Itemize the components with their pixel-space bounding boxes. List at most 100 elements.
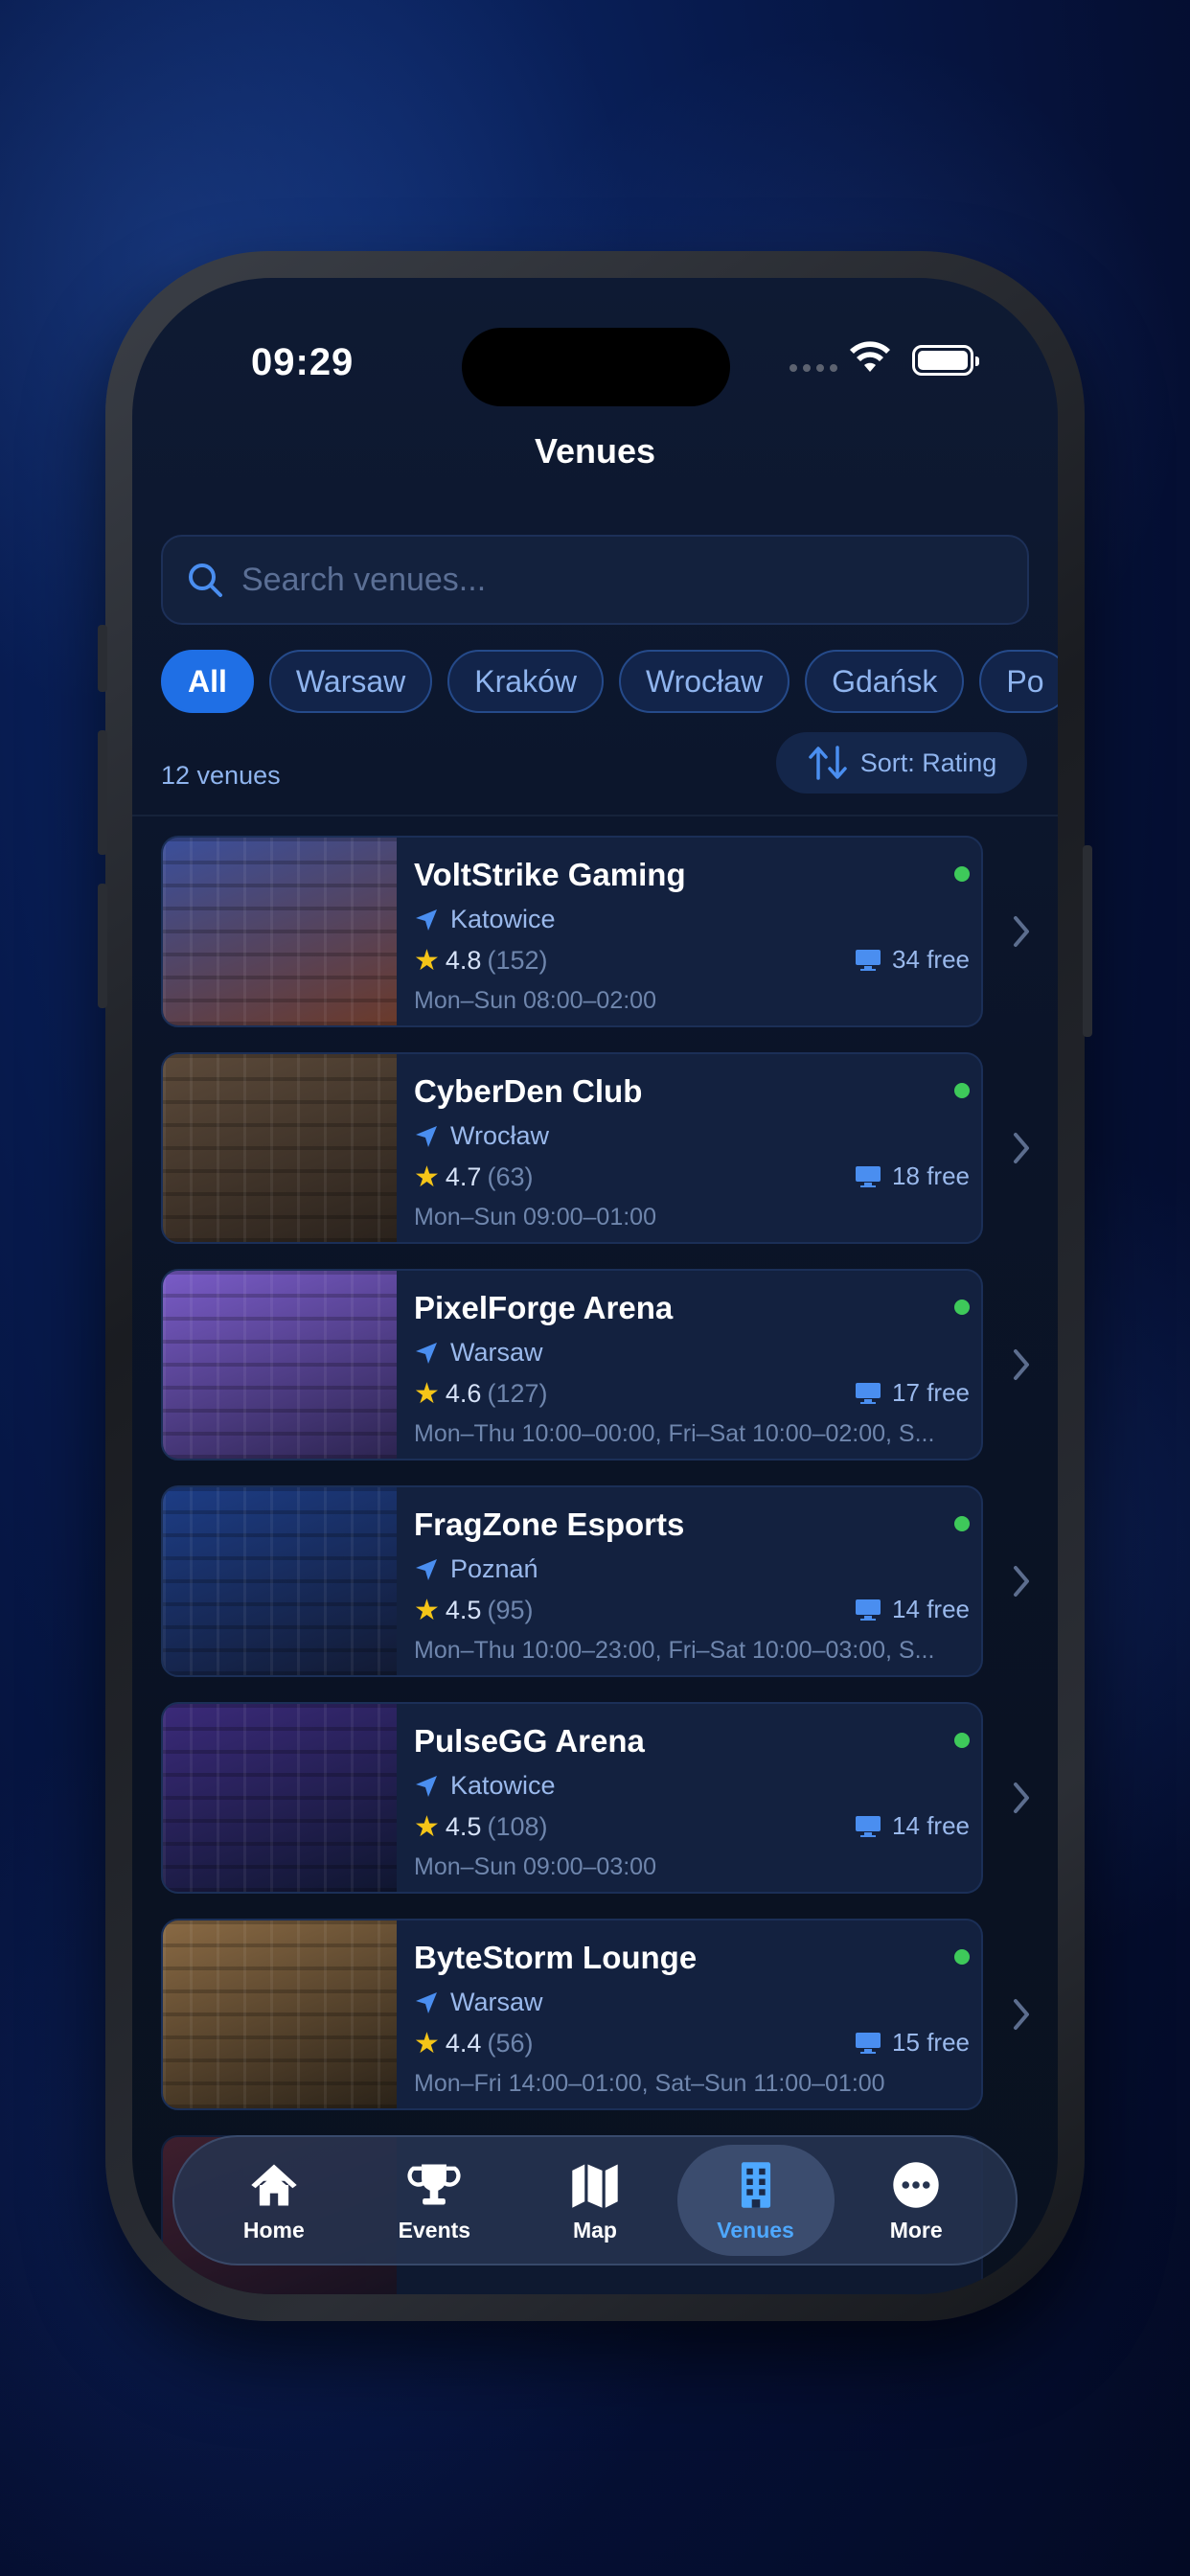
chevron-right-icon[interactable]	[1010, 1562, 1033, 1600]
venue-location: Warsaw	[414, 1338, 970, 1368]
open-status-dot	[954, 1733, 970, 1748]
free-seats-label: 18 free	[892, 1162, 970, 1190]
chevron-right-icon[interactable]	[1010, 1779, 1033, 1817]
free-seats: 14 free	[854, 1811, 970, 1841]
rating-value: 4.6	[445, 1379, 482, 1408]
tab-label: Home	[242, 2217, 305, 2242]
dynamic-island	[462, 328, 730, 406]
free-seats-label: 14 free	[892, 1811, 970, 1840]
venue-count: 12 venues	[161, 761, 281, 790]
star-icon: ★	[414, 2028, 440, 2059]
search-bar[interactable]	[161, 535, 1029, 625]
venue-info: PulseGG Arena Katowice ★ 4.5 (108) Mon–S…	[397, 1704, 981, 1892]
venue-name: VoltStrike Gaming	[414, 857, 686, 892]
venue-photo	[163, 1704, 397, 1892]
venue-city: Wrocław	[450, 1121, 550, 1150]
venue-photo	[163, 838, 397, 1025]
ellipsis-circle-icon	[893, 2161, 939, 2208]
tab-more[interactable]: More	[837, 2145, 995, 2256]
chevron-right-icon[interactable]	[1010, 912, 1033, 951]
venue-info: PixelForge Arena Warsaw ★ 4.6 (127) Mon–…	[397, 1271, 981, 1459]
star-icon: ★	[414, 945, 440, 977]
tab-home[interactable]: Home	[195, 2145, 353, 2256]
venue-card[interactable]: FragZone Esports Poznań ★ 4.5 (95) Mon–T…	[161, 1485, 983, 1677]
venue-location: Katowice	[414, 905, 970, 934]
venue-name: FragZone Esports	[414, 1506, 685, 1542]
venue-info: CyberDen Club Wrocław ★ 4.7 (63) Mon–Sun…	[397, 1054, 981, 1242]
mute-switch	[98, 625, 107, 692]
sort-button[interactable]: Sort: Rating	[776, 732, 1027, 794]
opening-hours: Mon–Sun 08:00–02:00	[414, 987, 656, 1014]
open-status-dot	[954, 1516, 970, 1531]
page-title: Venues	[534, 431, 656, 471]
venue-info: FragZone Esports Poznań ★ 4.5 (95) Mon–T…	[397, 1487, 981, 1675]
review-count: (127)	[487, 1379, 548, 1408]
chevron-right-icon[interactable]	[1010, 1995, 1033, 2034]
filter-chip[interactable]: Kraków	[447, 650, 604, 713]
venue-card[interactable]: ByteStorm Lounge Warsaw ★ 4.4 (56) Mon–F…	[161, 1919, 983, 2110]
location-arrow-icon	[416, 1991, 437, 2013]
tab-bar: Home Events Map Venues More	[172, 2135, 1018, 2266]
tab-map[interactable]: Map	[516, 2145, 674, 2256]
chevron-right-icon[interactable]	[1010, 1346, 1033, 1384]
venue-city: Warsaw	[450, 1988, 543, 2016]
venue-name: ByteStorm Lounge	[414, 1940, 698, 1975]
star-icon: ★	[414, 1378, 440, 1410]
tab-label: Events	[398, 2217, 471, 2242]
free-seats: 15 free	[854, 2028, 970, 2058]
location-arrow-icon	[416, 908, 437, 931]
status-bar: 09:29	[132, 278, 1058, 406]
monitor-icon	[856, 949, 881, 971]
open-status-dot	[954, 866, 970, 882]
free-seats-label: 17 free	[892, 1378, 970, 1407]
venue-photo	[163, 1271, 397, 1459]
venue-card[interactable]: PixelForge Arena Warsaw ★ 4.6 (127) Mon–…	[161, 1269, 983, 1460]
monitor-icon	[856, 2032, 881, 2054]
star-icon: ★	[414, 1162, 440, 1193]
venue-name: PixelForge Arena	[414, 1290, 674, 1325]
battery-icon	[912, 345, 979, 376]
open-status-dot	[954, 1083, 970, 1098]
search-icon	[189, 564, 222, 597]
venue-card[interactable]: PulseGG Arena Katowice ★ 4.5 (108) Mon–S…	[161, 1702, 983, 1894]
rating-value: 4.5	[445, 1812, 482, 1841]
filter-chip[interactable]: Gdańsk	[805, 650, 965, 713]
search-input[interactable]	[241, 561, 970, 599]
phone-frame: 09:29 Venues AllWarsawKrakówWrocławGdańs…	[98, 251, 1092, 2321]
opening-hours: Mon–Sun 09:00–03:00	[414, 1853, 656, 1880]
chevron-right-icon[interactable]	[1010, 1129, 1033, 1167]
tab-venues[interactable]: Venues	[676, 2145, 835, 2256]
volume-down-button	[98, 884, 107, 1008]
monitor-icon	[856, 1165, 881, 1187]
filter-chip[interactable]: Po	[979, 650, 1058, 713]
venue-city: Poznań	[450, 1554, 538, 1583]
rating-value: 4.7	[445, 1162, 482, 1191]
sort-label: Sort: Rating	[859, 748, 997, 777]
venue-photo	[163, 1920, 397, 2108]
venue-city: Katowice	[450, 1771, 556, 1800]
review-count: (152)	[487, 946, 548, 975]
filter-chip[interactable]: Wrocław	[618, 650, 790, 713]
venue-info: ByteStorm Lounge Warsaw ★ 4.4 (56) Mon–F…	[397, 1920, 981, 2108]
free-seats: 17 free	[854, 1378, 970, 1408]
venue-location: Poznań	[414, 1554, 970, 1584]
free-seats: 18 free	[854, 1162, 970, 1191]
venue-card[interactable]: CyberDen Club Wrocław ★ 4.7 (63) Mon–Sun…	[161, 1052, 983, 1244]
filter-chip[interactable]: All	[161, 650, 254, 713]
sort-icon	[808, 746, 847, 780]
venue-city: Warsaw	[450, 1338, 543, 1367]
opening-hours: Mon–Sun 09:00–01:00	[414, 1204, 656, 1230]
opening-hours: Mon–Fri 14:00–01:00, Sat–Sun 11:00–01:00	[414, 2070, 885, 2097]
rating-value: 4.4	[445, 2029, 482, 2058]
monitor-icon	[856, 1598, 881, 1621]
wifi-icon	[850, 341, 890, 372]
tab-events[interactable]: Events	[355, 2145, 513, 2256]
venue-info: VoltStrike Gaming Katowice ★ 4.8 (152) M…	[397, 838, 981, 1025]
opening-hours: Mon–Thu 10:00–23:00, Fri–Sat 10:00–03:00…	[414, 1637, 935, 1664]
venue-card[interactable]: VoltStrike Gaming Katowice ★ 4.8 (152) M…	[161, 836, 983, 1027]
filter-chip[interactable]: Warsaw	[268, 650, 433, 713]
review-count: (108)	[487, 1812, 548, 1841]
location-arrow-icon	[416, 1342, 437, 1364]
building-icon	[741, 2161, 770, 2208]
status-time: 09:29	[251, 341, 355, 383]
